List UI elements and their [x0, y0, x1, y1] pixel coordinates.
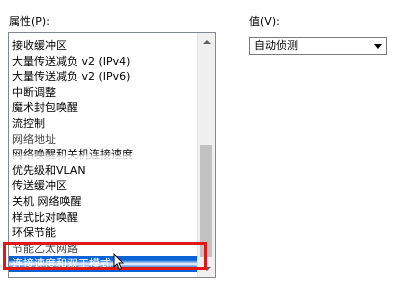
- list-item[interactable]: 网络地址: [9, 132, 197, 148]
- property-list: 接收缓冲区 大量传送减负 v2 (IPv4) 大量传送减负 v2 (IPv6) …: [9, 38, 197, 272]
- list-item[interactable]: 中断调整: [9, 85, 197, 101]
- list-item[interactable]: 网络唤醒和关机连接速度: [9, 147, 197, 163]
- list-item[interactable]: 大量传送减负 v2 (IPv6): [9, 69, 197, 85]
- value-label: 值(V):: [249, 15, 280, 28]
- dropdown-selected-value: 自动侦测: [254, 39, 298, 52]
- list-item[interactable]: 魔术封包唤醒: [9, 100, 197, 116]
- value-dropdown[interactable]: 自动侦测: [249, 37, 387, 55]
- chevron-down-icon[interactable]: [198, 260, 215, 277]
- property-label: 属性(P):: [9, 15, 50, 28]
- list-scrollbar[interactable]: [197, 33, 215, 277]
- list-item[interactable]: 优先级和VLAN: [9, 163, 197, 179]
- dropdown-arrow-icon[interactable]: [370, 38, 386, 54]
- list-item[interactable]: 节能乙太网路: [9, 241, 197, 257]
- list-item[interactable]: 环保节能: [9, 225, 197, 241]
- list-item[interactable]: 流控制: [9, 116, 197, 132]
- property-listbox[interactable]: 接收缓冲区 大量传送减负 v2 (IPv4) 大量传送减负 v2 (IPv6) …: [8, 32, 216, 278]
- list-item[interactable]: 接收缓冲区: [9, 38, 197, 54]
- list-item[interactable]: 样式比对唤醒: [9, 210, 197, 226]
- scrollbar-thumb[interactable]: [200, 145, 212, 257]
- list-item[interactable]: 传送缓冲区: [9, 178, 197, 194]
- list-item[interactable]: 关机 网络唤醒: [9, 194, 197, 210]
- list-item-selected[interactable]: 连接速度和双工模式: [9, 256, 197, 272]
- mouse-pointer-icon: [113, 253, 125, 271]
- chevron-up-icon[interactable]: [198, 33, 215, 50]
- list-item[interactable]: 大量传送减负 v2 (IPv4): [9, 54, 197, 70]
